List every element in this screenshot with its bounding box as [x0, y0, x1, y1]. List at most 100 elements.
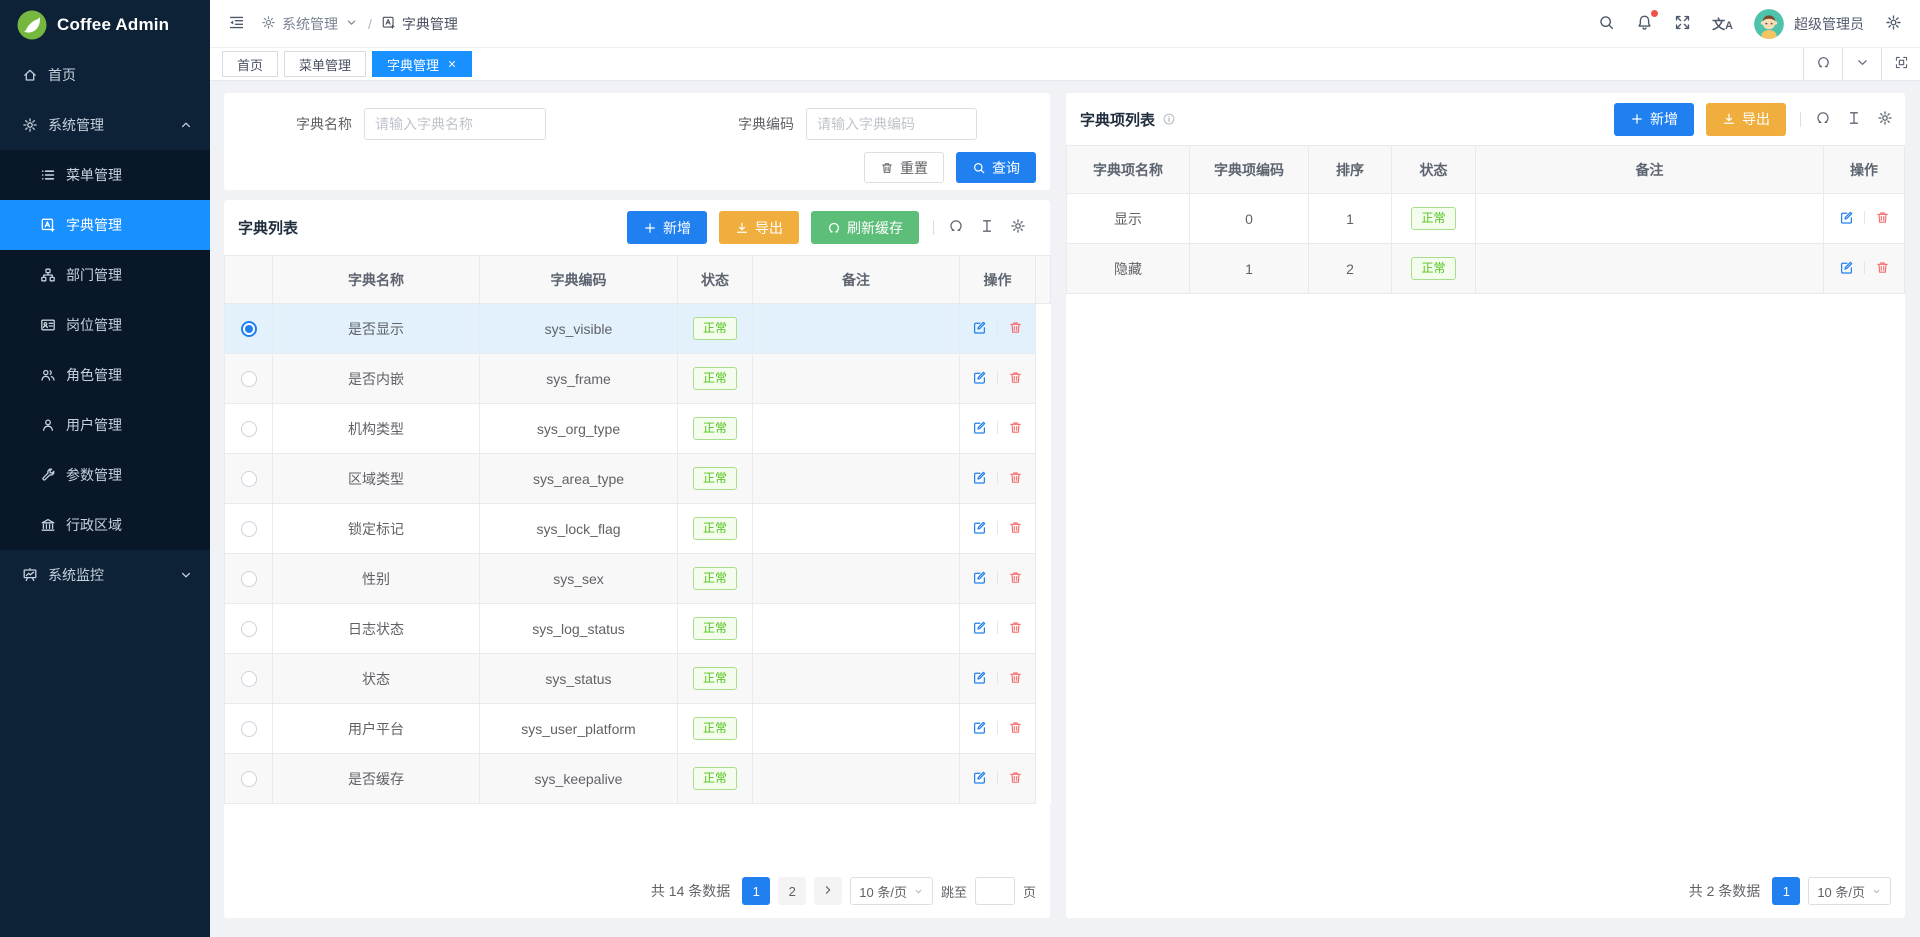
- tab-actions-dropdown[interactable]: [1842, 48, 1881, 80]
- row-radio[interactable]: [241, 721, 257, 737]
- table-settings-button[interactable]: [1010, 218, 1026, 237]
- page-size-select[interactable]: 10 条/页: [1808, 877, 1891, 905]
- org-icon: [40, 267, 56, 283]
- dict-name-input[interactable]: [364, 108, 546, 140]
- add-dict-item-button[interactable]: 新增: [1614, 103, 1694, 136]
- user-name[interactable]: 超级管理员: [1794, 14, 1864, 34]
- avatar[interactable]: [1754, 9, 1784, 39]
- delete-row-button[interactable]: [1008, 620, 1023, 635]
- delete-row-button[interactable]: [1008, 420, 1023, 435]
- table-row[interactable]: 日志状态sys_log_status正常: [225, 604, 1051, 654]
- sidebar-item[interactable]: 行政区域: [0, 500, 210, 550]
- jump-label: 跳至: [941, 882, 967, 901]
- edit-row-button[interactable]: [972, 470, 987, 485]
- close-icon[interactable]: [447, 59, 457, 69]
- delete-row-button[interactable]: [1008, 670, 1023, 685]
- maximize-content-button[interactable]: [1881, 48, 1920, 80]
- edit-row-button[interactable]: [972, 670, 987, 685]
- sidebar-item[interactable]: 参数管理: [0, 450, 210, 500]
- refresh-table-button[interactable]: [1815, 110, 1831, 129]
- sidebar-item[interactable]: 用户管理: [0, 400, 210, 450]
- app-logo[interactable]: Coffee Admin: [0, 0, 210, 50]
- row-radio[interactable]: [241, 421, 257, 437]
- row-radio[interactable]: [241, 321, 257, 337]
- table-row[interactable]: 显示01正常: [1067, 194, 1905, 244]
- refresh-page-button[interactable]: [1803, 48, 1842, 80]
- table-row[interactable]: 锁定标记sys_lock_flag正常: [225, 504, 1051, 554]
- edit-row-button[interactable]: [972, 420, 987, 435]
- table-row[interactable]: 性别sys_sex正常: [225, 554, 1051, 604]
- table-row[interactable]: 是否显示sys_visible正常: [225, 304, 1051, 354]
- dict-code-input[interactable]: [806, 108, 977, 140]
- language-switch-button[interactable]: 文A: [1712, 14, 1733, 33]
- table-row[interactable]: 区域类型sys_area_type正常: [225, 454, 1051, 504]
- sidebar-item[interactable]: 字典管理: [0, 200, 210, 250]
- delete-row-button[interactable]: [1008, 520, 1023, 535]
- export-dict-button[interactable]: 导出: [719, 211, 799, 244]
- row-radio[interactable]: [241, 621, 257, 637]
- delete-row-button[interactable]: [1008, 320, 1023, 335]
- tab[interactable]: 菜单管理: [284, 51, 366, 77]
- edit-row-button[interactable]: [972, 520, 987, 535]
- next-page-button[interactable]: [814, 877, 842, 905]
- sidebar-item[interactable]: 菜单管理: [0, 150, 210, 200]
- dict-list-card: 字典列表 新增 导出 刷新缓存: [224, 200, 1050, 918]
- sidebar-group[interactable]: 系统监控: [0, 550, 210, 600]
- edit-row-button[interactable]: [972, 720, 987, 735]
- sidebar-item[interactable]: 首页: [0, 50, 210, 100]
- settings-button[interactable]: [1885, 14, 1902, 34]
- tab[interactable]: 首页: [222, 51, 278, 77]
- export-dict-item-button[interactable]: 导出: [1706, 103, 1786, 136]
- row-radio[interactable]: [241, 471, 257, 487]
- delete-row-button[interactable]: [1008, 370, 1023, 385]
- refresh-cache-button[interactable]: 刷新缓存: [811, 211, 919, 244]
- edit-row-button[interactable]: [972, 370, 987, 385]
- edit-row-button[interactable]: [972, 770, 987, 785]
- fullscreen-button[interactable]: [1674, 14, 1691, 34]
- sidebar-item[interactable]: 角色管理: [0, 350, 210, 400]
- edit-row-button[interactable]: [1839, 260, 1854, 275]
- table-row[interactable]: 是否内嵌sys_frame正常: [225, 354, 1051, 404]
- edit-row-button[interactable]: [1839, 210, 1854, 225]
- delete-row-button[interactable]: [1008, 720, 1023, 735]
- collapse-sidebar-button[interactable]: [228, 14, 245, 34]
- table-row[interactable]: 用户平台sys_user_platform正常: [225, 704, 1051, 754]
- row-radio[interactable]: [241, 521, 257, 537]
- delete-row-button[interactable]: [1875, 210, 1890, 225]
- delete-row-button[interactable]: [1008, 770, 1023, 785]
- page-size-select[interactable]: 10 条/页: [850, 877, 933, 905]
- table-row[interactable]: 是否缓存sys_keepalive正常: [225, 754, 1051, 804]
- search-button[interactable]: [1598, 14, 1615, 34]
- table-row[interactable]: 隐藏12正常: [1067, 244, 1905, 294]
- table-row[interactable]: 状态sys_status正常: [225, 654, 1051, 704]
- delete-row-button[interactable]: [1875, 260, 1890, 275]
- sidebar-item[interactable]: 岗位管理: [0, 300, 210, 350]
- refresh-table-button[interactable]: [948, 218, 964, 237]
- jump-page-input[interactable]: [975, 877, 1015, 905]
- tab[interactable]: 字典管理: [372, 51, 472, 77]
- query-button[interactable]: 查询: [956, 152, 1036, 183]
- notifications-button[interactable]: [1636, 14, 1653, 34]
- table-row[interactable]: 机构类型sys_org_type正常: [225, 404, 1051, 454]
- table-settings-button[interactable]: [1877, 110, 1893, 129]
- row-radio[interactable]: [241, 671, 257, 687]
- reset-button[interactable]: 重置: [864, 152, 944, 183]
- row-height-button[interactable]: [979, 218, 995, 237]
- row-radio[interactable]: [241, 771, 257, 787]
- delete-row-button[interactable]: [1008, 470, 1023, 485]
- topbar: 系统管理 / 字典管理 文A: [210, 0, 1920, 48]
- page-button[interactable]: 2: [778, 877, 806, 905]
- delete-row-button[interactable]: [1008, 570, 1023, 585]
- row-radio[interactable]: [241, 571, 257, 587]
- add-dict-button[interactable]: 新增: [627, 211, 707, 244]
- sidebar-item[interactable]: 部门管理: [0, 250, 210, 300]
- row-height-button[interactable]: [1846, 110, 1862, 129]
- page-button[interactable]: 1: [1772, 877, 1800, 905]
- edit-row-button[interactable]: [972, 620, 987, 635]
- page-button[interactable]: 1: [742, 877, 770, 905]
- row-radio[interactable]: [241, 371, 257, 387]
- sidebar-group[interactable]: 系统管理: [0, 100, 210, 150]
- edit-row-button[interactable]: [972, 570, 987, 585]
- edit-row-button[interactable]: [972, 320, 987, 335]
- breadcrumb-parent[interactable]: 系统管理: [261, 14, 359, 34]
